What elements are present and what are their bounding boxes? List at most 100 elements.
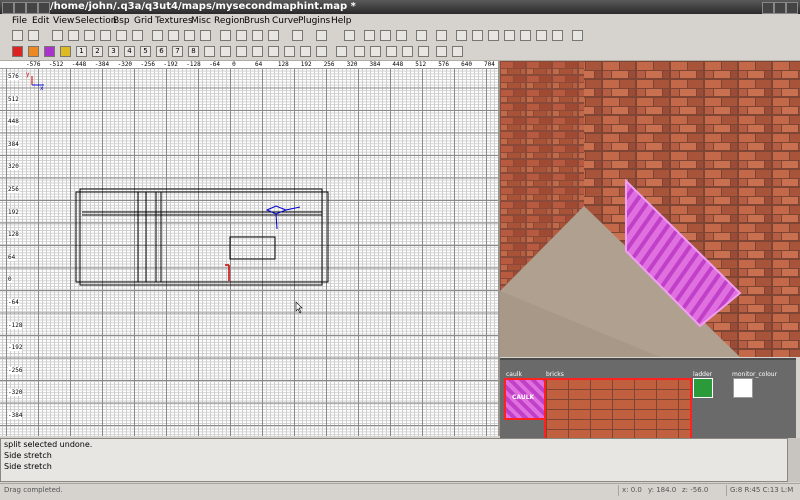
texture-tile-ladder[interactable] (693, 378, 713, 398)
rotate-z-icon[interactable] (132, 30, 143, 41)
cylinder-icon[interactable] (220, 46, 231, 57)
menu-plugins[interactable]: Plugins (298, 15, 330, 27)
texture-lock-icon[interactable] (504, 30, 515, 41)
texture-browser: caulk CAULK bricks ladder monitor_colour (500, 358, 796, 442)
cap-icon[interactable] (284, 46, 295, 57)
brush-2-icon[interactable]: 2 (92, 46, 103, 57)
window-menu-icon[interactable] (2, 2, 14, 14)
y-ruler-tick: -64 (8, 299, 19, 306)
rotate-y-icon[interactable] (116, 30, 127, 41)
selected-brush[interactable] (229, 236, 276, 260)
brush-4-icon[interactable]: 4 (124, 46, 135, 57)
brush-red-icon[interactable] (12, 46, 23, 57)
menu-edit[interactable]: Edit (32, 15, 49, 27)
brush-6-icon[interactable]: 6 (156, 46, 167, 57)
flip-z-icon[interactable] (84, 30, 95, 41)
menu-selection[interactable]: Selection (75, 15, 116, 27)
open-icon[interactable] (12, 30, 23, 41)
scale-z-icon[interactable] (488, 30, 499, 41)
brush-1-icon[interactable]: 1 (76, 46, 87, 57)
free-rotate-icon[interactable] (416, 30, 427, 41)
redisperse-icon[interactable] (386, 46, 397, 57)
camera-icon[interactable] (344, 30, 355, 41)
rotate-x-icon[interactable] (100, 30, 111, 41)
menu-grid[interactable]: Grid (134, 15, 153, 27)
texture-tile-bricks[interactable] (544, 378, 692, 442)
endcap-icon[interactable] (268, 46, 279, 57)
hollow-icon[interactable] (252, 30, 263, 41)
close-icon[interactable] (786, 2, 798, 14)
patch-tab-icon[interactable] (452, 46, 463, 57)
preferences-icon[interactable] (572, 30, 583, 41)
status-separator (726, 485, 727, 496)
matrix-insert-icon[interactable] (336, 46, 347, 57)
brush-outline[interactable] (79, 188, 323, 286)
bevel-icon[interactable] (252, 46, 263, 57)
brush-number-label: 3 (111, 47, 116, 55)
window-title: /home/john/.q3a/q3ut4/maps/mysecondmaphi… (50, 1, 356, 12)
texture-tile-caulk[interactable]: CAULK (504, 378, 546, 420)
brush-orange-icon[interactable] (28, 46, 39, 57)
split-icon[interactable] (402, 46, 413, 57)
menu-help[interactable]: Help (331, 15, 352, 27)
drag-edges-icon[interactable] (552, 30, 563, 41)
x-ruler-tick: 384 (369, 61, 381, 68)
shade-icon[interactable] (26, 2, 38, 14)
menu-region[interactable]: Region (214, 15, 245, 27)
select-touching-icon[interactable] (168, 30, 179, 41)
sphere-icon[interactable] (236, 46, 247, 57)
light-entity[interactable] (265, 205, 288, 215)
bend-icon[interactable] (536, 30, 547, 41)
brush-purple-icon[interactable] (44, 46, 55, 57)
brush-8-icon[interactable]: 8 (188, 46, 199, 57)
csg-subtract-icon[interactable] (220, 30, 231, 41)
matrix-delete-icon[interactable] (354, 46, 365, 57)
console-log[interactable]: split selected undone. Side stretch Side… (0, 438, 788, 482)
menu-bsp[interactable]: Bsp (113, 15, 130, 27)
texture-view-icon[interactable] (316, 30, 327, 41)
flip-y-icon[interactable] (68, 30, 79, 41)
invert-cap-icon[interactable] (300, 46, 311, 57)
dropdown-icon[interactable] (370, 46, 381, 57)
scale-y-icon[interactable] (472, 30, 483, 41)
texture-rotate-lock-icon[interactable] (520, 30, 531, 41)
brush-outline[interactable] (75, 191, 329, 283)
pin-icon[interactable] (14, 2, 26, 14)
brush-3-icon[interactable]: 3 (108, 46, 119, 57)
select-partial-tall-icon[interactable] (184, 30, 195, 41)
menu-file[interactable]: File (12, 15, 27, 27)
z-view-icon[interactable] (396, 30, 407, 41)
brush-7-icon[interactable]: 7 (172, 46, 183, 57)
flip-x-icon[interactable] (52, 30, 63, 41)
maximize-icon[interactable] (774, 2, 786, 14)
select-inside-icon[interactable] (200, 30, 211, 41)
free-scale-icon[interactable] (436, 30, 447, 41)
scale-x-icon[interactable] (456, 30, 467, 41)
menu-curve[interactable]: Curve (272, 15, 299, 27)
save-icon[interactable] (28, 30, 39, 41)
y-ruler-tick: -320 (8, 389, 23, 397)
clipper-icon[interactable] (268, 30, 279, 41)
patch-icon[interactable] (204, 46, 215, 57)
menu-brush[interactable]: Brush (244, 15, 270, 27)
brush-yellow-icon[interactable] (60, 46, 71, 57)
csg-merge-icon[interactable] (236, 30, 247, 41)
xy-grid-view[interactable]: y x (0, 61, 500, 436)
menu-textures[interactable]: Textures (155, 15, 193, 27)
camera-3d-view[interactable] (500, 61, 800, 357)
sticky-icon[interactable] (38, 2, 50, 14)
y-view-icon[interactable] (380, 30, 391, 41)
menu-view[interactable]: View (53, 15, 74, 27)
weld-icon[interactable] (418, 46, 429, 57)
console-line: Side stretch (4, 451, 52, 460)
x-view-icon[interactable] (364, 30, 375, 41)
change-view-icon[interactable] (292, 30, 303, 41)
brush-5-icon[interactable]: 5 (140, 46, 151, 57)
thicken-icon[interactable] (316, 46, 327, 57)
texture-tile-monitor-colour[interactable] (733, 378, 753, 398)
console-scrollbar[interactable] (788, 438, 800, 482)
minimize-icon[interactable] (762, 2, 774, 14)
menu-misc[interactable]: Misc (191, 15, 211, 27)
select-complete-tall-icon[interactable] (152, 30, 163, 41)
snap-icon[interactable] (436, 46, 447, 57)
